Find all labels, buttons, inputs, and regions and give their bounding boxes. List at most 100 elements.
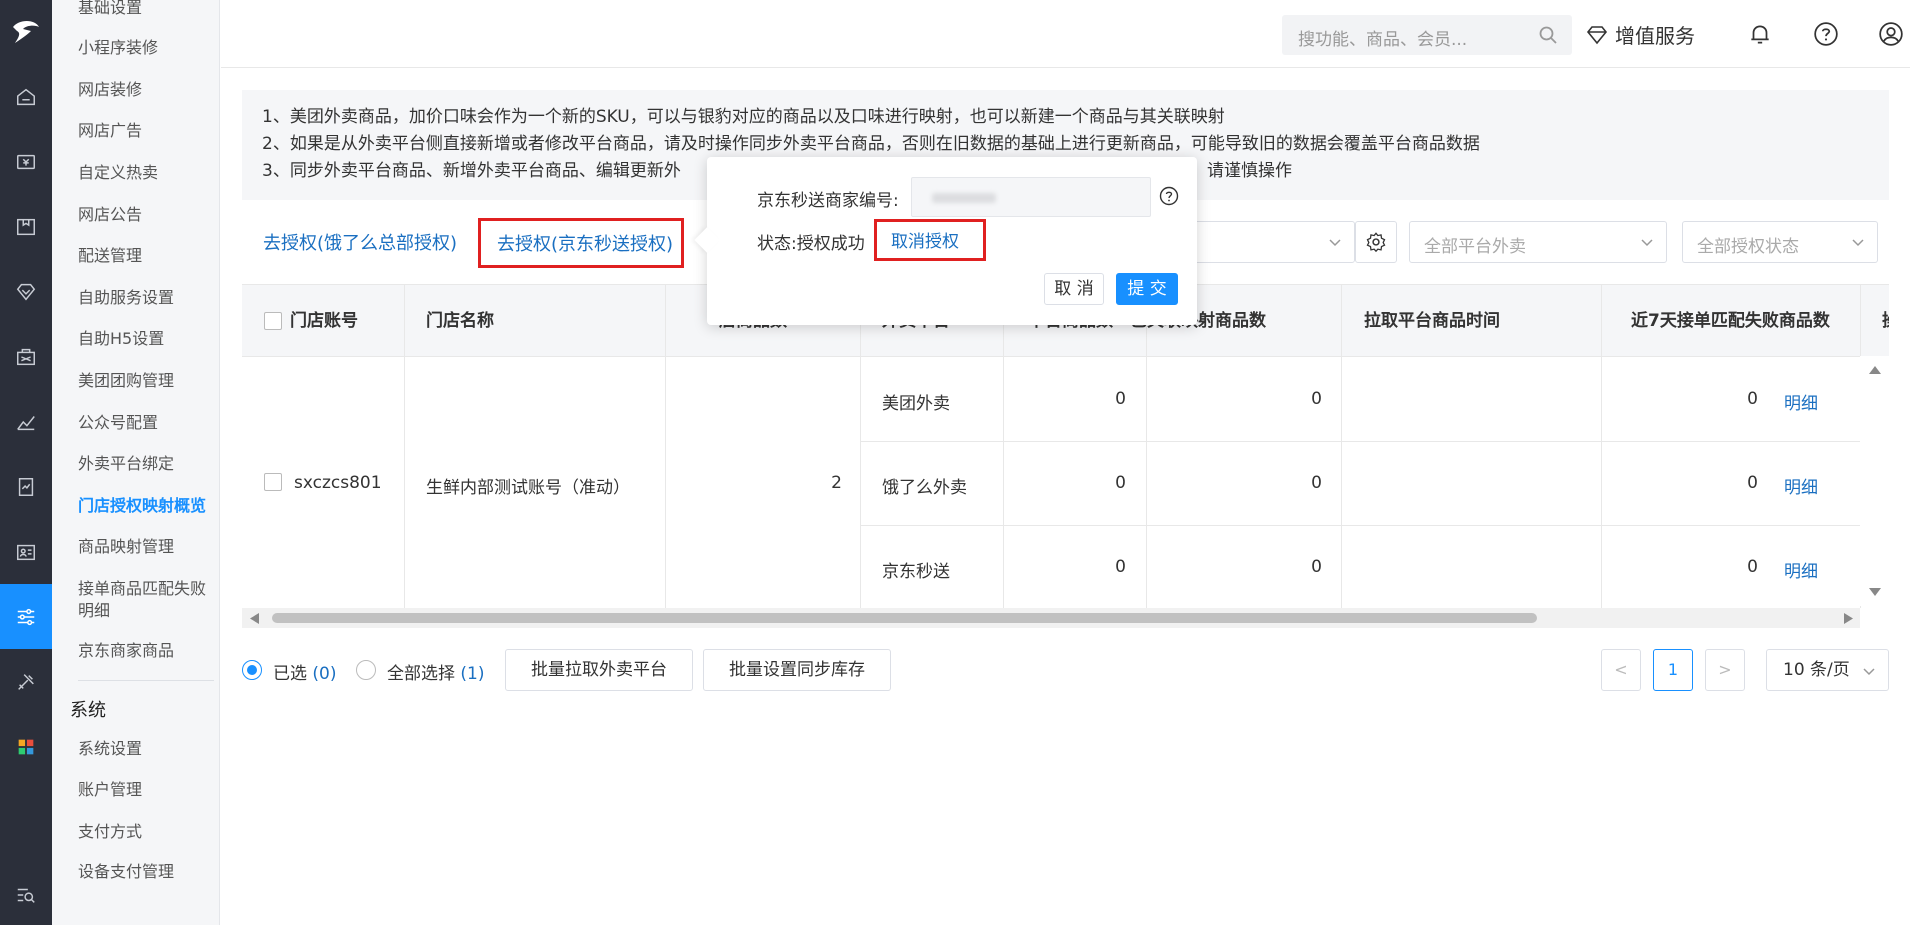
user-avatar-icon[interactable] [1878,21,1904,47]
settings-sliders-icon[interactable] [0,584,52,649]
staff-icon[interactable] [0,519,52,584]
page-next-button[interactable]: > [1705,649,1745,691]
menu-item-self-service[interactable]: 自助服务设置 [78,288,174,308]
menu-item-miniprogram-decor[interactable]: 小程序装修 [78,38,158,58]
merchant-id-input[interactable] [911,177,1151,217]
chevron-down-icon [1852,239,1864,247]
popover-cancel-button[interactable]: 取 消 [1044,273,1104,305]
menu-item-shop-decor[interactable]: 网店装修 [78,80,142,100]
scroll-right-icon[interactable] [1844,613,1853,624]
horizontal-scrollbar[interactable] [242,608,1860,628]
grid-line [1601,285,1602,608]
document-icon[interactable] [0,454,52,519]
detail-link[interactable]: 明细 [1784,557,1818,582]
cell-mapped-goods: 0 [1311,389,1322,409]
column-settings-button[interactable] [1355,221,1397,263]
marketing-icon[interactable] [0,324,52,389]
menu-item-store-auth-overview[interactable]: 门店授权映射概览 [78,496,206,516]
redacted-value [932,193,996,203]
col-more: 操 [1882,285,1889,357]
diamond-icon [1586,25,1608,44]
row-checkbox[interactable] [264,473,282,491]
menu-item-shop-notice[interactable]: 网店公告 [78,205,142,225]
vertical-scrollbar[interactable] [1860,356,1889,606]
notice-line-2: 2、如果是从外卖平台侧直接新增或者修改平台商品，请及时操作同步外卖平台商品，否则… [262,134,1480,154]
selected-radio[interactable] [242,660,262,680]
batch-sync-stock-button[interactable]: 批量设置同步库存 [703,649,891,691]
menu-item-shop-ads[interactable]: 网店广告 [78,121,142,141]
selected-label: 已选 (0) [273,664,337,684]
col-store-account: 门店账号 [290,311,358,331]
platform-select-value: 全部平台外卖 [1424,237,1526,257]
value-added-service-button[interactable]: 增值服务 [1585,20,1695,49]
cell-fail-count: 0 [1747,557,1758,577]
col-fail-count: 近7天接单匹配失败商品数 [1631,311,1830,331]
report-icon[interactable] [0,389,52,454]
cell-fail-count: 0 [1747,389,1758,409]
menu-item-account[interactable]: 账户管理 [78,780,142,800]
menu-item-jd-goods[interactable]: 京东商家商品 [78,641,174,661]
bell-icon[interactable] [1747,21,1773,47]
help-icon[interactable] [1159,186,1179,206]
auth-eleme-link[interactable]: 去授权(饿了么总部授权) [263,229,457,255]
cancel-auth-link[interactable]: 取消授权 [891,227,959,252]
grid-line [860,441,1860,442]
popover-submit-button[interactable]: 提 交 [1116,273,1178,305]
search-icon[interactable] [1538,25,1558,45]
menu-item-meituan-group[interactable]: 美团团购管理 [78,371,174,391]
batch-pull-button[interactable]: 批量拉取外卖平台 [505,649,693,691]
gear-icon [1366,232,1386,253]
chevron-down-icon [1641,239,1653,247]
detail-link[interactable]: 明细 [1784,473,1818,498]
scroll-down-icon[interactable] [1869,588,1881,598]
menu-item-device-payment[interactable]: 设备支付管理 [78,862,174,882]
menu-search-icon[interactable] [0,875,52,915]
detail-link[interactable]: 明细 [1784,389,1818,414]
select-all-checkbox[interactable] [264,312,282,330]
notice-line-3-start: 3、同步外卖平台商品、新增外卖平台商品、编辑更新外 [262,161,681,181]
help-icon[interactable] [1813,21,1839,47]
goods-icon[interactable] [0,194,52,259]
chevron-down-icon [1863,668,1875,676]
notice-line-3-end: ，请谨慎操作 [1190,161,1292,181]
app-logo[interactable] [0,0,52,64]
member-icon[interactable] [0,259,52,324]
apps-icon[interactable] [0,714,52,779]
scrollbar-thumb[interactable] [272,613,1537,623]
tools-icon[interactable] [0,649,52,714]
menu-item-match-failure[interactable]: 接单商品匹配失败明细 [78,578,218,622]
auth-status-select-value: 全部授权状态 [1697,237,1799,257]
cashier-icon[interactable] [0,129,52,194]
page-size-select[interactable]: 10 条/页 [1766,649,1889,691]
page-prev-button[interactable]: < [1601,649,1641,691]
menu-divider [78,680,214,681]
grid-line [860,525,1860,526]
menu-item-delivery[interactable]: 配送管理 [78,246,142,266]
platform-select[interactable]: 全部平台外卖 [1409,221,1667,263]
global-search[interactable]: 搜功能、商品、会员... [1282,15,1572,55]
grid-line [860,285,861,608]
menu-item-takeout-binding[interactable]: 外卖平台绑定 [78,454,174,474]
jd-auth-popover: 京东秒送商家编号: 状态:授权成功 取消授权 取 消 提 交 [694,157,1197,325]
menu-section-system: 系统 [70,700,106,721]
auth-status-select[interactable]: 全部授权状态 [1682,221,1878,263]
menu-item-payment[interactable]: 支付方式 [78,822,142,842]
menu-item-goods-mapping[interactable]: 商品映射管理 [78,537,174,557]
cell-platform-goods: 0 [1115,389,1126,409]
auth-jd-link[interactable]: 去授权(京东秒送授权) [497,230,673,256]
scroll-left-icon[interactable] [250,613,259,624]
menu-item-custom-hot[interactable]: 自定义热卖 [78,163,158,183]
menu-item-system-settings[interactable]: 系统设置 [78,739,142,759]
menu-item-self-h5[interactable]: 自助H5设置 [78,329,164,349]
select-all-radio[interactable] [356,660,376,680]
cell-store-goods: 2 [831,473,842,493]
top-bar: 搜功能、商品、会员... 增值服务 [221,0,1910,68]
home-icon[interactable] [0,64,52,129]
menu-item-basic-settings[interactable]: 基础设置 [78,0,142,18]
page-1-button[interactable]: 1 [1653,649,1693,691]
search-input[interactable]: 搜功能、商品、会员... [1298,25,1467,50]
menu-item-wechat-config[interactable]: 公众号配置 [78,413,158,433]
store-select[interactable] [1190,221,1355,263]
chevron-down-icon [1329,239,1341,247]
scroll-up-icon[interactable] [1869,364,1881,374]
